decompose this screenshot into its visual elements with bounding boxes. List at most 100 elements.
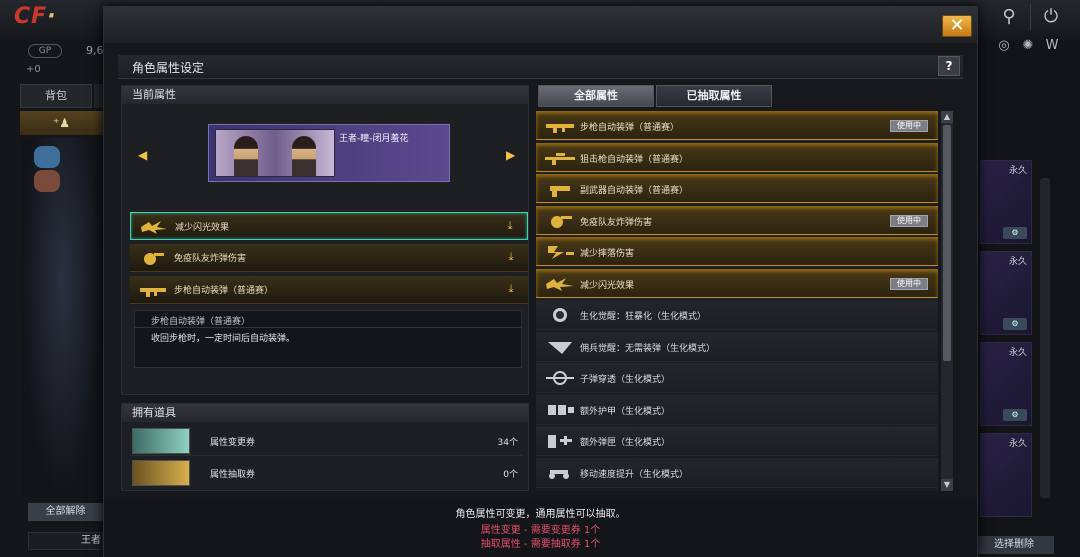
wrench-icon[interactable]: ⚲	[998, 6, 1020, 28]
change-ticket-icon	[132, 428, 190, 454]
magazine-icon	[548, 435, 572, 448]
scroll-thumb[interactable]	[943, 125, 951, 361]
attribute-label: 生化觉醒：狂暴化（生化模式）	[580, 312, 707, 322]
slot-tag: 永久	[1008, 166, 1027, 176]
globe-icon[interactable]: ◎	[994, 38, 1014, 56]
attribute-list-item[interactable]: 子弹穿透（生化模式）	[536, 363, 938, 393]
scroll-down-icon[interactable]: ▼	[941, 479, 953, 491]
blue-badge-icon	[34, 146, 60, 168]
scroll-up-icon[interactable]: ▲	[941, 111, 953, 123]
item-name: 属性变更券	[210, 438, 256, 448]
inventory-slot[interactable]: 永久	[980, 433, 1032, 517]
speed-icon	[549, 469, 569, 479]
slot-tag: 永久	[1008, 348, 1027, 358]
attribute-list-item[interactable]: 步枪自动装弹（普通赛） 使用中	[536, 111, 938, 141]
attribute-label: 狙击枪自动装弹（普通赛）	[580, 154, 689, 165]
footer-extract-cost: 抽取属性 - 需要抽取券 1个	[480, 539, 601, 550]
character-preview	[22, 138, 103, 498]
download-icon[interactable]: ⤓	[504, 282, 518, 296]
slot-action-icon[interactable]: ⚙	[1003, 318, 1027, 330]
tab-all-attributes[interactable]: 全部属性	[538, 85, 654, 107]
slot-action-icon[interactable]: ⚙	[1003, 227, 1027, 239]
attribute-list-item[interactable]: 额外护甲（生化模式）	[536, 394, 938, 425]
attribute-list-item[interactable]: 副武器自动装弹（普通赛）	[536, 174, 938, 204]
current-attr-row[interactable]: 免疫队友炸弹伤害 ⤓	[130, 244, 528, 272]
attribute-label: 佣兵觉醒：无需装弹（生化模式）	[580, 343, 716, 354]
in-use-badge: 使用中	[890, 214, 928, 227]
slot-action-icon[interactable]: ⚙	[1003, 409, 1027, 421]
attribute-label: 减少摔落伤害	[580, 249, 635, 259]
close-button[interactable]: ✕	[942, 15, 972, 37]
rage-icon	[553, 308, 567, 322]
attribute-list-item[interactable]: 额外弹匣（生化模式）	[536, 426, 938, 456]
attribute-dialog: ✕ 角色属性设定 ? 当前属性 ◀ 王者-瞳-闭月羞花 ▶ 减少闪光效果 ⤓ 免…	[103, 6, 978, 557]
attribute-list-item[interactable]: 减少闪光效果 使用中	[536, 268, 938, 299]
sniper-icon	[545, 152, 575, 165]
in-use-badge: 使用中	[890, 277, 928, 290]
attribute-list-item[interactable]: 减少摔落伤害	[536, 237, 938, 267]
prev-arrow-icon[interactable]: ◀	[138, 148, 150, 162]
attribute-list-item[interactable]: 移动速度提升（生化模式）	[536, 457, 938, 488]
attribute-label: 额外护甲（生化模式）	[580, 406, 671, 417]
tab-backpack[interactable]: 背包	[20, 84, 92, 108]
add-user-icon[interactable]: ⁺♟	[20, 111, 103, 135]
next-arrow-icon[interactable]: ▶	[506, 148, 518, 162]
dialog-title: 角色属性设定	[132, 61, 205, 75]
current-attr-label: 减少闪光效果	[175, 223, 230, 233]
inventory-slot[interactable]: 永久 ⚙	[980, 160, 1032, 244]
download-icon[interactable]: ⤓	[503, 219, 517, 233]
item-name: 属性抽取券	[210, 470, 256, 480]
grenade-icon	[551, 215, 572, 228]
attribute-label: 减少闪光效果	[580, 280, 635, 291]
wings-icon[interactable]: W	[1042, 38, 1062, 56]
download-icon[interactable]: ⤓	[504, 250, 518, 264]
slot-tag: 永久	[1008, 439, 1027, 449]
left-name-field: 王者	[28, 532, 103, 550]
rifle-icon	[546, 124, 574, 133]
dialog-header: ✕	[104, 7, 977, 43]
item-row: 属性抽取券 0个	[130, 458, 522, 488]
in-use-badge: 使用中	[890, 120, 928, 132]
power-icon[interactable]: ⏻	[1040, 6, 1062, 28]
divider	[135, 327, 521, 328]
select-delete-button[interactable]: 选择删除	[974, 536, 1054, 554]
game-screen: CF· ⚲ ⏻ GP 9,6 +0 背包 ⁺♟ 全部解除 王者 ◎ ✺ W 永久…	[0, 0, 1080, 557]
footer-change-cost: 属性变更 - 需要变更券 1个	[480, 525, 601, 536]
item-count: 0个	[503, 470, 518, 480]
game-logo: CF·	[14, 4, 57, 29]
extract-ticket-icon	[132, 460, 190, 486]
attribute-list-item[interactable]: 狙击枪自动装弹（普通赛）	[536, 142, 938, 173]
inventory-slot[interactable]: 永久 ⚙	[980, 251, 1032, 335]
help-button[interactable]: ?	[938, 56, 960, 76]
current-attr-row[interactable]: 步枪自动装弹（普通赛） ⤓	[130, 276, 528, 304]
dialog-footer: 角色属性可变更，通用属性可以抽取。 属性变更 - 需要变更券 1个 抽取属性 -…	[104, 499, 977, 557]
attribute-list-item[interactable]: 免疫队友炸弹伤害 使用中	[536, 205, 938, 236]
current-attr-row[interactable]: 减少闪光效果 ⤓	[130, 212, 528, 240]
attribute-list: 步枪自动装弹（普通赛） 使用中狙击枪自动装弹（普通赛） 副武器自动装弹（普通赛） 免疫…	[536, 111, 938, 491]
attribute-list-item[interactable]: 生化觉醒：狂暴化（生化模式）	[536, 300, 938, 330]
ammo-icon	[548, 341, 572, 354]
character-portrait	[215, 129, 335, 177]
slot-tag: 永久	[1008, 257, 1027, 267]
attribute-label: 副武器自动装弹（普通赛）	[580, 186, 689, 196]
character-name: 王者-瞳-闭月羞花	[339, 134, 409, 144]
current-attributes-panel: 当前属性 ◀ 王者-瞳-闭月羞花 ▶ 减少闪光效果 ⤓ 免疫队友炸弹伤害 ⤓ 步…	[121, 85, 529, 395]
list-scrollbar[interactable]: ▲ ▼	[941, 111, 953, 491]
attribute-list-item[interactable]: 佣兵觉醒：无需装弹（生化模式）	[536, 331, 938, 362]
bg-scrollbar[interactable]	[1040, 178, 1050, 498]
owned-items-panel: 拥有道具 属性变更券 34个 属性抽取券 0个	[121, 403, 529, 491]
attribute-description: 步枪自动装弹（普通赛） 收回步枪时，一定时间后自动装弹。	[134, 310, 522, 368]
item-count: 34个	[497, 438, 518, 448]
inventory-slot[interactable]: 永久 ⚙	[980, 342, 1032, 426]
gear-icon[interactable]: ✺	[1018, 38, 1038, 56]
rifle-icon	[140, 288, 166, 297]
tab-next[interactable]	[94, 84, 103, 108]
small-label: +0	[26, 64, 41, 75]
attribute-label: 免疫队友炸弹伤害	[580, 217, 653, 228]
attribute-label: 额外弹匣（生化模式）	[580, 438, 671, 448]
owned-items-heading: 拥有道具	[122, 404, 528, 422]
unequip-all-button[interactable]: 全部解除	[28, 503, 103, 521]
grenade-icon	[144, 253, 164, 265]
tab-extracted-attributes[interactable]: 已抽取属性	[656, 85, 772, 107]
character-card: 王者-瞳-闭月羞花	[208, 124, 450, 182]
